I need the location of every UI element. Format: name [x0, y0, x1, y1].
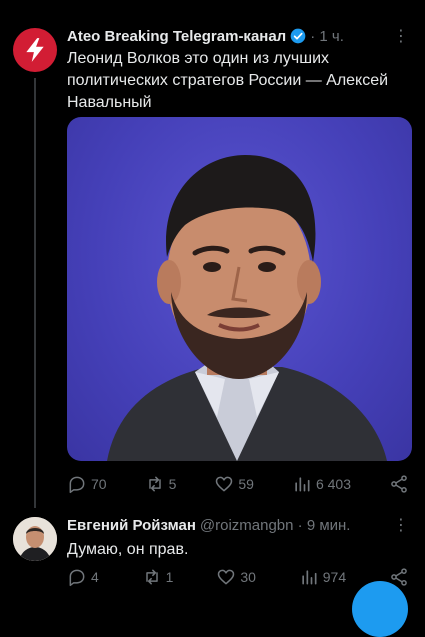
like-icon [218, 569, 235, 585]
like-count: 59 [238, 476, 254, 492]
like-icon [216, 476, 233, 492]
tweet-time[interactable]: · 1 ч. [310, 28, 344, 45]
share-button[interactable] [389, 474, 409, 494]
handle-time[interactable]: @roizmangbn · 9 мин. [200, 517, 351, 534]
like-button[interactable]: 59 [214, 474, 254, 494]
retweet-icon [148, 476, 161, 492]
reply-button[interactable]: 70 [67, 474, 107, 494]
views-count: 6 403 [315, 476, 351, 492]
more-icon[interactable]: ⋮ [391, 515, 411, 535]
compose-fab[interactable] [352, 581, 408, 637]
reply-button[interactable]: 4 [67, 567, 99, 587]
author-name[interactable]: Ateo Breaking Telegram-канал [67, 28, 286, 45]
views-icon [302, 570, 317, 585]
thread-line [34, 78, 36, 508]
avatar-image [13, 517, 57, 561]
lightning-icon [26, 38, 44, 62]
reply-icon [69, 569, 85, 587]
views-icon [295, 477, 310, 492]
retweet-icon [145, 569, 158, 585]
like-button[interactable]: 30 [216, 567, 256, 587]
views-button[interactable]: 974 [299, 567, 346, 587]
reply-icon [69, 476, 85, 494]
tweet-photo[interactable] [67, 117, 412, 461]
views-count: 974 [322, 569, 347, 585]
retweet-button[interactable]: 1 [142, 567, 174, 587]
retweet-button[interactable]: 5 [145, 474, 177, 494]
reply-count: 70 [91, 476, 107, 492]
more-icon[interactable]: ⋮ [391, 26, 411, 46]
verified-badge-icon [290, 28, 306, 44]
retweet-count: 5 [168, 476, 177, 492]
author-name[interactable]: Евгений Ройзман [67, 517, 196, 534]
tweet-text: Леонид Волков это один из лучших политич… [67, 50, 389, 111]
tweet-1-actions: 70 5 59 6 403 [67, 473, 409, 495]
tweet-2-header: Евгений Ройзман @roizmangbn · 9 мин. [67, 515, 413, 535]
tweet-text: Думаю, он прав. [67, 541, 189, 558]
like-count: 30 [240, 569, 256, 585]
views-button[interactable]: 6 403 [292, 474, 351, 494]
ateo-avatar[interactable] [13, 28, 57, 72]
tweet-1-header: Ateo Breaking Telegram-канал · 1 ч. [67, 26, 413, 46]
tweet-1[interactable]: Ateo Breaking Telegram-канал · 1 ч. ⋮ Ле… [0, 0, 425, 508]
roizman-avatar[interactable] [13, 517, 57, 561]
reply-count: 4 [91, 569, 99, 585]
portrait-image [107, 155, 387, 461]
tweet-2-actions: 4 1 30 974 [67, 566, 409, 588]
retweet-count: 1 [165, 569, 174, 585]
share-icon [391, 475, 407, 493]
